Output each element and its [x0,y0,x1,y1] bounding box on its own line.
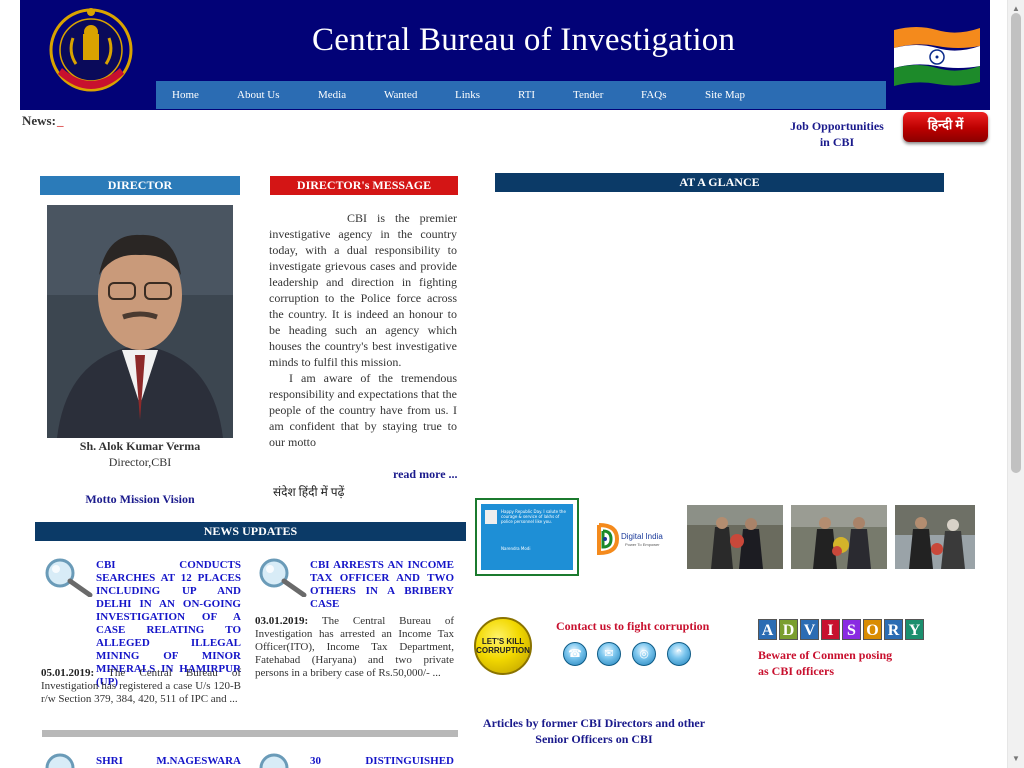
director-name: Sh. Alok Kumar Verma [79,439,201,453]
thumbnail-photo-2[interactable] [791,505,887,569]
magnifier-icon [42,557,94,598]
news-summary-2: 03.01.2019: The Central Bureau of Invest… [255,615,454,680]
at-a-glance-slideshow[interactable] [497,196,942,446]
tweet-text: Happy Republic Day. I salute the courage… [501,509,566,524]
badge-line-1: LET'S KILL [481,637,525,646]
india-flag-icon [892,24,982,88]
thumbnail-photo-1[interactable] [687,505,783,569]
advisory-letter: V [800,619,819,640]
director-designation: Director,CBI [108,455,172,469]
hindi-language-button[interactable]: हिन्दी में [903,112,988,142]
news-headline-4[interactable]: 30 DISTINGUISHED [310,755,454,768]
read-more-link[interactable]: read more ... [393,467,458,482]
directors-message-header: DIRECTOR's MESSAGE [270,176,458,195]
mail-icon[interactable]: ✉ [597,642,621,666]
thumbnail-tweet[interactable]: Happy Republic Day. I salute the courage… [475,498,579,576]
news-divider [42,730,458,737]
advisory-letter: Y [905,619,924,640]
nav-rti[interactable]: RTI [518,89,535,101]
digital-india-label: Digital India [621,532,663,541]
upload-icon[interactable]: ⌃ [667,642,691,666]
magnifier-icon [256,557,308,598]
hindi-message-link[interactable]: संदेश हिंदी में पढ़ें [273,483,344,500]
advisory-letter: I [821,619,840,640]
advisory-letter: D [779,619,798,640]
advisory-letter: O [863,619,882,640]
scroll-up-arrow-icon[interactable]: ▲ [1012,4,1020,13]
articles-line-1: Articles by former CBI Directors and oth… [482,716,706,730]
lets-kill-corruption-badge[interactable]: LET'S KILL CORRUPTION [474,617,532,675]
job-link-line2: in CBI [819,135,855,149]
advisory-banner[interactable]: ADVISORY [758,619,924,641]
magnifier-icon [42,752,94,768]
magnifier-icon [256,752,308,768]
news-headline-3[interactable]: SHRI M.NAGESWARA [96,755,241,768]
message-paragraph-2: I am aware of the tremendous responsibil… [269,371,457,449]
news-updates-header: NEWS UPDATES [35,522,466,541]
conmen-warning-link[interactable]: Beware of Conmen posing as CBI officers [758,647,938,679]
thumbnail-photo-3[interactable] [895,505,975,569]
news-ticker[interactable]: _ [57,113,64,129]
message-paragraph-1: CBI is the premier investigative agency … [269,211,457,369]
page-scrollbar[interactable]: ▲ ▼ [1007,0,1024,768]
news-headline-2[interactable]: CBI ARRESTS AN INCOME TAX OFFICER AND TW… [310,559,454,611]
advisory-letter: R [884,619,903,640]
site-title: Central Bureau of Investigation [312,22,736,58]
advisory-letter: A [758,619,777,640]
nav-site-map[interactable]: Site Map [705,89,745,101]
at-a-glance-header: AT A GLANCE [495,173,944,192]
articles-line-2: Senior Officers on CBI [535,732,653,746]
scroll-down-arrow-icon[interactable]: ▼ [1012,754,1020,763]
thumbnail-digital-india[interactable]: Digital India Power To Empower [583,505,663,569]
news-ticker-label: News: [22,113,56,128]
job-opportunities-link[interactable]: Job Opportunities in CBI [786,118,888,150]
nav-faqs[interactable]: FAQs [641,89,666,101]
articles-by-former-directors-link[interactable]: Articles by former CBI Directors and oth… [478,715,710,747]
news-date-2: 03.01.2019: [255,615,309,627]
director-photo [47,205,233,438]
director-section-header: DIRECTOR [40,176,240,195]
nav-tender[interactable]: Tender [573,89,603,101]
nav-links[interactable]: Links [455,89,480,101]
cbi-emblem-icon[interactable] [38,4,144,104]
nav-about-us[interactable]: About Us [237,89,279,101]
badge-line-2: CORRUPTION [476,646,530,655]
job-link-line1: Job Opportunities [790,119,884,133]
news-date-1: 05.01.2019: [41,667,95,679]
news-summary-1: 05.01.2019: The Central Bureau of Invest… [41,667,241,706]
thumbnail-strip: Happy Republic Day. I salute the courage… [475,498,980,578]
motto-mission-vision-link[interactable]: Motto Mission Vision [40,492,240,507]
tweet-author: Narendra Modi [501,546,531,551]
nav-media[interactable]: Media [318,89,346,101]
warning-line-1: Beware of Conmen posing [758,648,893,662]
nav-home[interactable]: Home [172,89,199,101]
main-navigation: Home About Us Media Wanted Links RTI Ten… [156,81,886,109]
digital-india-tagline: Power To Empower [625,542,660,547]
site-header: Central Bureau of Investigation Home Abo… [20,0,990,110]
web-icon[interactable]: ◎ [632,642,656,666]
contact-fight-corruption-title: Contact us to fight corruption [556,619,710,633]
advisory-letter: S [842,619,861,640]
scrollbar-thumb[interactable] [1011,13,1021,473]
warning-line-2: as CBI officers [758,664,834,678]
nav-wanted[interactable]: Wanted [384,89,417,101]
directors-message-text: CBI is the premier investigative agency … [269,210,457,450]
phone-icon[interactable]: ☎ [563,642,587,666]
